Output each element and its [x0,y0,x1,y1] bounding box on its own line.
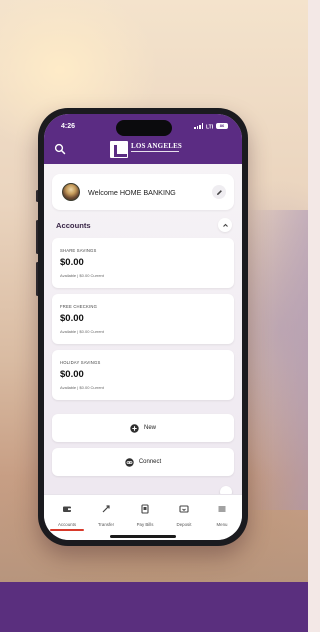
background-building [246,210,308,510]
active-tab-indicator [50,529,84,531]
brand-logo-subtitle [131,151,179,155]
tab-label: Deposit [176,522,192,527]
tab-pay-bills[interactable]: Pay Bills [127,501,163,527]
welcome-text: Welcome HOME BANKING [88,187,176,197]
new-button-label: New [143,425,156,431]
account-meta: Available | $0.00 Current [60,329,104,334]
tab-label: Pay Bills [136,522,154,527]
phone-mockup: 4:26 LTE 86 LOS ANGELES Welcome HO [38,108,248,546]
account-balance: $0.00 [60,313,84,324]
account-card[interactable]: HOLIDAY SAVINGS $0.00 Available | $0.00 … [52,350,234,400]
edit-profile-button[interactable] [212,185,226,199]
tab-deposit[interactable]: Deposit [166,501,202,527]
status-icons: LTE 86 [194,123,228,129]
svg-text:LTE: LTE [206,125,213,130]
tab-transfer[interactable]: Transfer [88,501,124,527]
link-icon [125,457,134,467]
search-icon[interactable] [54,143,66,155]
footer-band [0,582,308,632]
deposit-icon [179,505,189,513]
home-indicator [110,535,176,538]
account-meta: Available | $0.00 Current [60,385,104,390]
brand-logo-name: LOS ANGELES [131,142,183,150]
accounts-title: Accounts [56,220,91,230]
tab-accounts[interactable]: Accounts [49,501,85,527]
tab-label: Menu [216,522,228,527]
account-name: FREE CHECKING [60,304,98,309]
bottom-tab-bar: Accounts Transfer Pay Bills Deposit Menu [44,494,242,540]
status-time: 4:26 [61,123,76,130]
collapse-accounts-button[interactable] [218,218,232,232]
signal-icon [194,123,203,129]
chevron-up-icon [222,223,228,227]
battery-icon: 86 [216,123,228,129]
welcome-card: Welcome HOME BANKING [52,174,234,210]
avatar[interactable] [62,183,80,201]
accounts-section-header[interactable]: Accounts [52,216,234,234]
tab-label: Accounts [57,522,77,527]
brand-logo-mark [110,141,128,158]
dashboard-content: Welcome HOME BANKING Accounts SHARE SAVI… [44,164,242,494]
transfer-icon [102,505,110,513]
wallet-icon [63,506,71,512]
dynamic-island [116,120,172,136]
plus-circle-icon [130,423,139,433]
account-balance: $0.00 [60,369,84,380]
account-balance: $0.00 [60,257,84,268]
lte-icon: LTE [206,125,213,130]
tab-label: Transfer [97,522,115,527]
connect-button-label: Connect [138,459,162,465]
new-button[interactable]: New [52,414,234,442]
menu-icon [218,506,226,512]
bill-icon [141,504,149,514]
account-meta: Available | $0.00 Current [60,273,104,278]
phone-screen: 4:26 LTE 86 LOS ANGELES Welcome HO [44,114,242,540]
account-name: SHARE SAVINGS [60,248,97,253]
account-card[interactable]: FREE CHECKING $0.00 Available | $0.00 Cu… [52,294,234,344]
connect-button[interactable]: Connect [52,448,234,476]
tab-menu[interactable]: Menu [204,501,240,527]
brand-logo: LOS ANGELES [110,140,184,160]
account-card[interactable]: SHARE SAVINGS $0.00 Available | $0.00 Cu… [52,238,234,288]
account-name: HOLIDAY SAVINGS [60,360,101,365]
pencil-icon [216,189,222,195]
